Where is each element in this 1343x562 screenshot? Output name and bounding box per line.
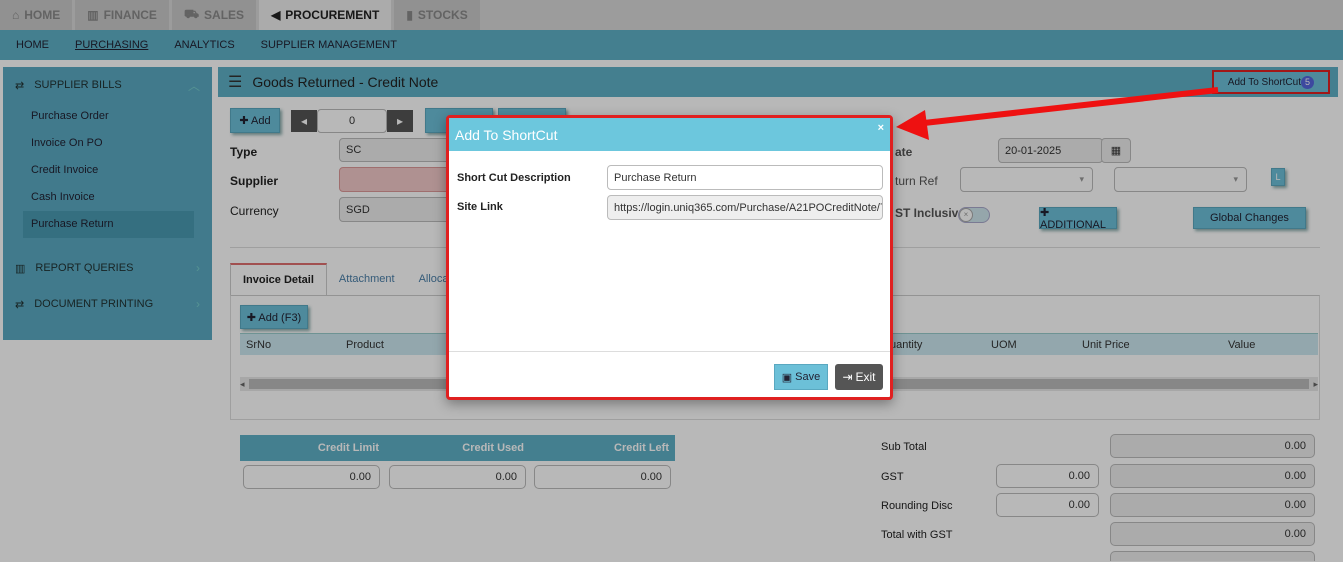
sign-out-icon: ⇥ xyxy=(842,370,853,384)
save-button[interactable]: ▣ Save xyxy=(774,364,828,390)
add-shortcut-dialog: Add To ShortCut × Short Cut Description … xyxy=(446,115,893,400)
floppy-disk-icon: ▣ xyxy=(781,371,793,384)
short-cut-description-input[interactable]: Purchase Return xyxy=(607,165,883,190)
site-link-input[interactable]: https://login.uniq365.com/Purchase/A21PO… xyxy=(607,195,883,220)
site-link-label: Site Link xyxy=(457,201,503,213)
close-icon[interactable]: × xyxy=(878,122,884,134)
dialog-footer-divider xyxy=(449,351,890,352)
dialog-title: Add To ShortCut xyxy=(455,126,558,143)
dialog-header: Add To ShortCut × xyxy=(449,118,890,151)
exit-button[interactable]: ⇥ Exit xyxy=(835,364,883,390)
short-cut-description-label: Short Cut Description xyxy=(457,172,571,184)
